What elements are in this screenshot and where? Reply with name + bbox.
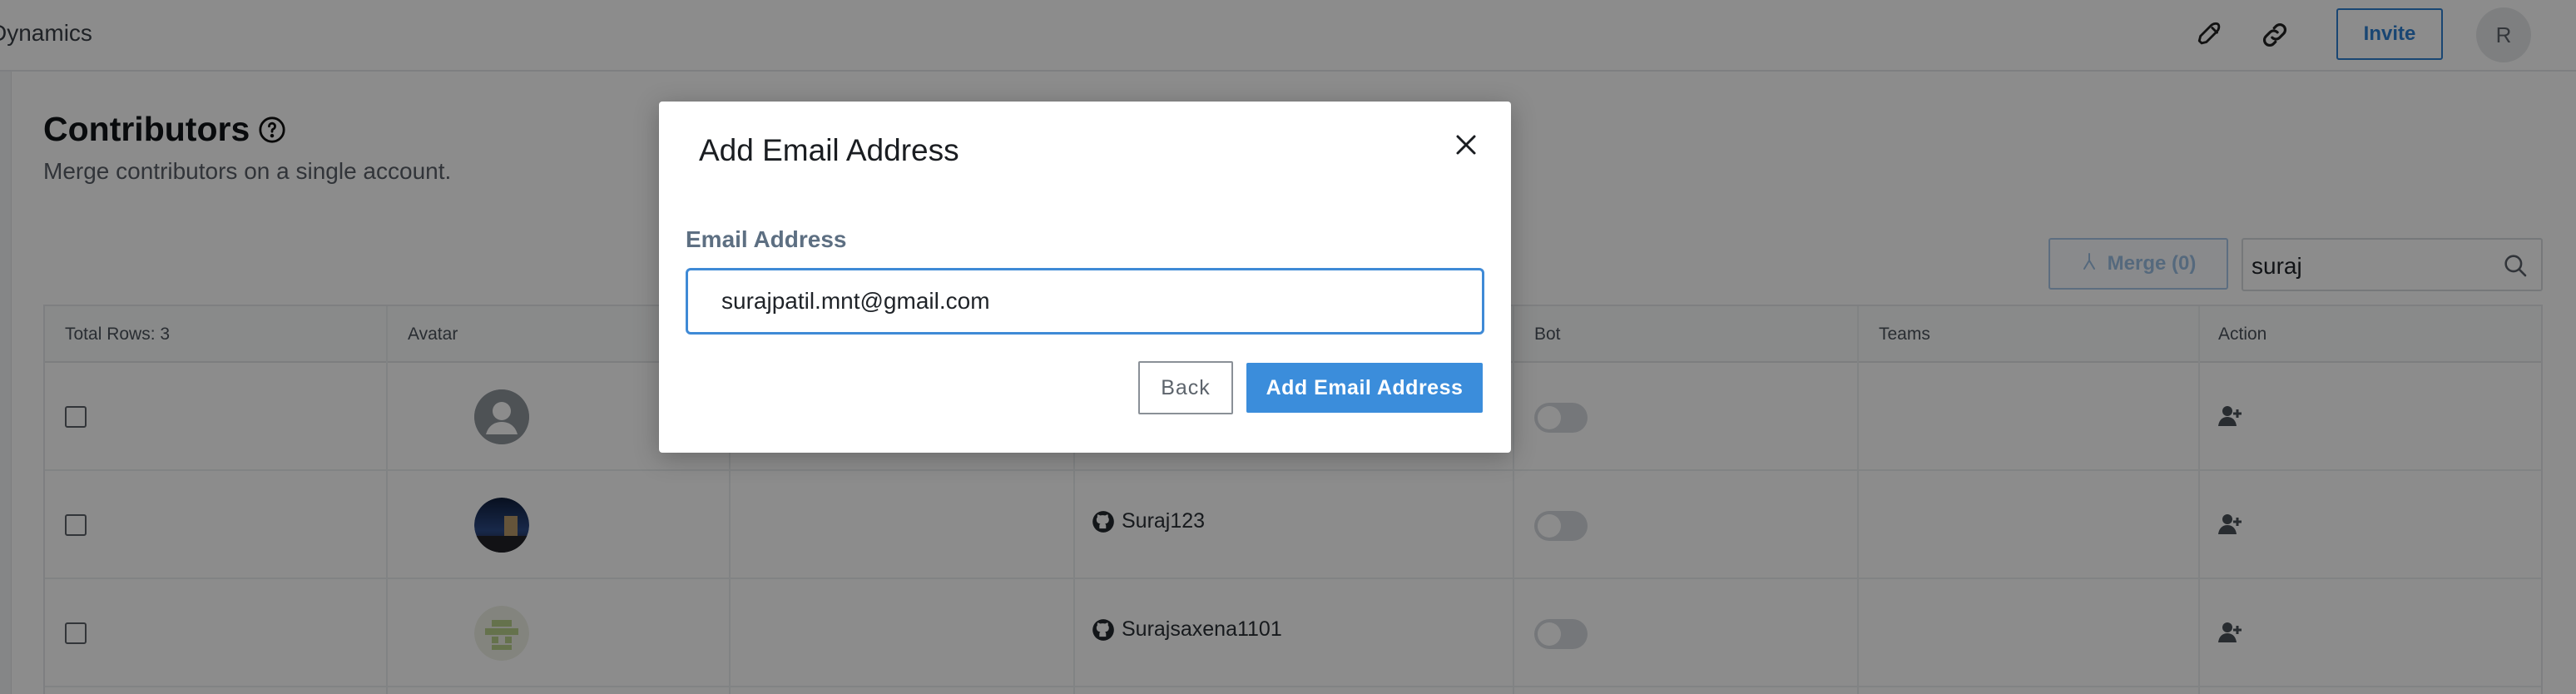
back-button[interactable]: Back: [1138, 361, 1233, 414]
email-field[interactable]: [686, 268, 1484, 335]
add-email-dialog: Add Email Address Email Address Back Add…: [659, 102, 1511, 453]
close-icon[interactable]: [1449, 128, 1483, 161]
add-email-button[interactable]: Add Email Address: [1246, 363, 1483, 413]
email-field-label: Email Address: [686, 226, 847, 252]
dialog-title: Add Email Address: [699, 133, 959, 167]
